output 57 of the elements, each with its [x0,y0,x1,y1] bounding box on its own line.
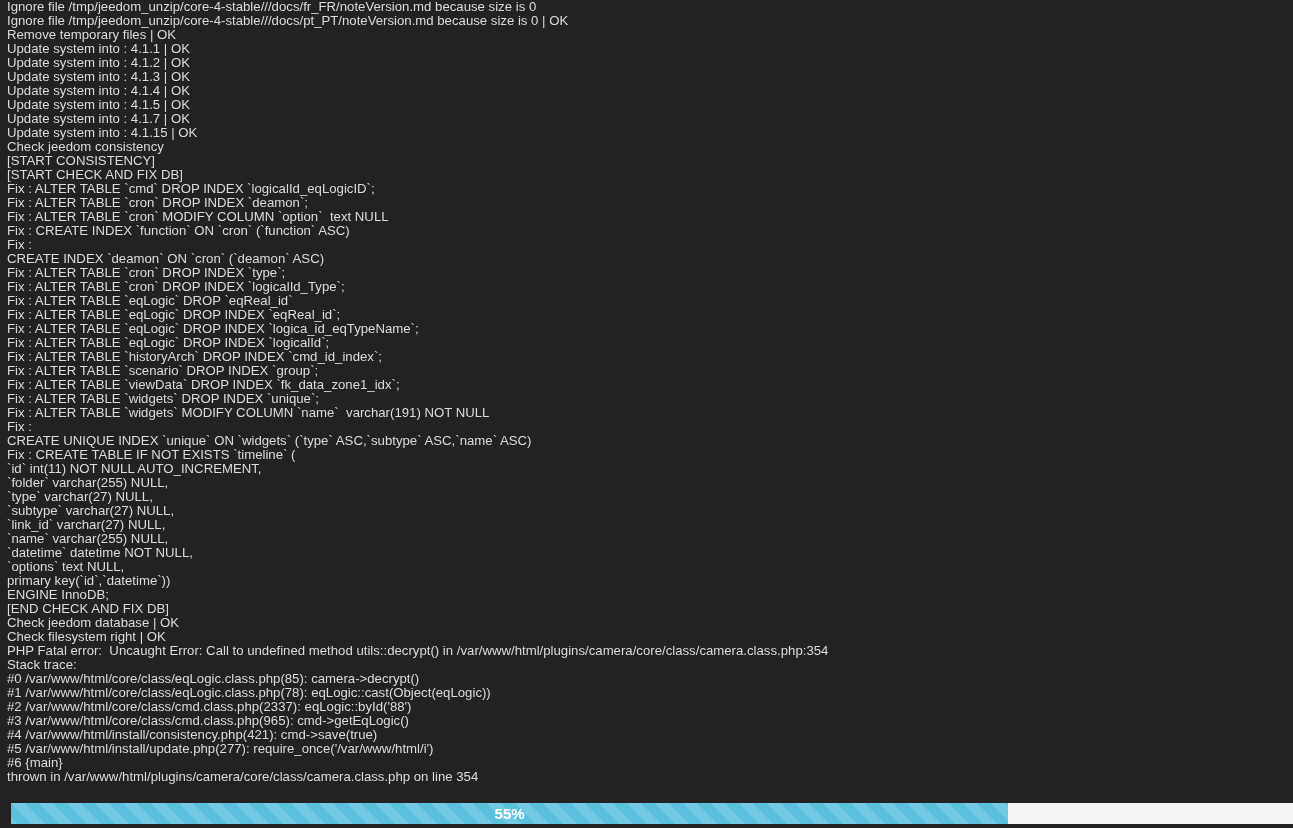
log-line: Fix : CREATE INDEX `function` ON `cron` (`function` ASC) [7,224,350,238]
log-line: `datetime` datetime NOT NULL, [7,546,193,560]
log-line: Update system into : 4.1.15 | OK [7,126,198,140]
log-line: primary key(`id`,`datetime`)) [7,574,171,588]
log-line: Update system into : 4.1.3 | OK [7,70,190,84]
log-line: `options` text NULL, [7,560,125,574]
log-line: Fix : ALTER TABLE `eqLogic` DROP INDEX `logica_id_eqTypeName`; [7,322,419,336]
log-line: Fix : ALTER TABLE `cron` DROP INDEX `logicalId_Type`; [7,280,345,294]
log-line: Check jeedom database | OK [7,616,180,630]
log-line: Fix : ALTER TABLE `eqLogic` DROP INDEX `eqReal_id`; [7,308,341,322]
log-line: `folder` varchar(255) NULL, [7,476,169,490]
log-line: `id` int(11) NOT NULL AUTO_INCREMENT, [7,462,262,476]
log-line: Fix : ALTER TABLE `cron` MODIFY COLUMN `option` text NULL [7,210,389,224]
log-line: thrown in /var/www/html/plugins/camera/core/class/camera.class.php on line 354 [7,770,479,784]
log-line: #2 /var/www/html/core/class/cmd.class.php(2337): eqLogic::byId('88') [7,700,412,714]
log-line: Remove temporary files | OK [7,28,177,42]
log-line: Fix : ALTER TABLE `scenario` DROP INDEX `group`; [7,364,319,378]
log-line: #3 /var/www/html/core/class/cmd.class.php(965): cmd->getEqLogic() [7,714,409,728]
log-line: Update system into : 4.1.1 | OK [7,42,190,56]
log-line: Fix : [7,238,32,252]
log-line: Ignore file /tmp/jeedom_unzip/core-4-stable///docs/pt_PT/noteVersion.md because size is 0 | OK [7,14,569,28]
log-line: Fix : ALTER TABLE `cmd` DROP INDEX `logicalId_eqLogicID`; [7,182,375,196]
log-line: `link_id` varchar(27) NULL, [7,518,166,532]
log-line: Fix : ALTER TABLE `historyArch` DROP INDEX `cmd_id_index`; [7,350,382,364]
log-line: Update system into : 4.1.7 | OK [7,112,190,126]
log-line: `subtype` varchar(27) NULL, [7,504,175,518]
log-line: Check filesystem right | OK [7,630,166,644]
log-line: #0 /var/www/html/core/class/eqLogic.class.php(85): camera->decrypt() [7,672,420,686]
log-line: Ignore file /tmp/jeedom_unzip/core-4-stable///docs/fr_FR/noteVersion.md because size is 0 [7,0,537,14]
log-line: Fix : CREATE TABLE IF NOT EXISTS `timeline` ( [7,448,296,462]
log-line: [END CHECK AND FIX DB] [7,602,169,616]
log-line: #6 {main} [7,756,63,770]
log-line: `type` varchar(27) NULL, [7,490,153,504]
log-line: [START CONSISTENCY] [7,154,156,168]
log-line: Update system into : 4.1.4 | OK [7,84,190,98]
log-line: #4 /var/www/html/install/consistency.php(421): cmd->save(true) [7,728,378,742]
log-line: Check jeedom consistency [7,140,164,154]
log-line: Update system into : 4.1.5 | OK [7,98,190,112]
log-line: ENGINE InnoDB; [7,588,109,602]
log-line: Fix : [7,420,32,434]
log-line: CREATE INDEX `deamon` ON `cron` (`deamon` ASC) [7,252,325,266]
log-line: #5 /var/www/html/install/update.php(277): require_once('/var/www/html/i') [7,742,434,756]
log-line: Fix : ALTER TABLE `cron` DROP INDEX `deamon`; [7,196,308,210]
log-line: Fix : ALTER TABLE `widgets` DROP INDEX `unique`; [7,392,319,406]
log-line: Fix : ALTER TABLE `eqLogic` DROP INDEX `logicalId`; [7,336,330,350]
log-line: [START CHECK AND FIX DB] [7,168,183,182]
log-line: Fix : ALTER TABLE `viewData` DROP INDEX `fk_data_zone1_idx`; [7,378,400,392]
log-line: PHP Fatal error: Uncaught Error: Call to undefined method utils::decrypt() in /var/www/html/plugins/camera/core/class/camera.class.php:354 [7,644,829,658]
log-line: Fix : ALTER TABLE `cron` DROP INDEX `type`; [7,266,286,280]
log-line: Stack trace: [7,658,77,672]
log-line: Update system into : 4.1.2 | OK [7,56,190,70]
log-line: Fix : ALTER TABLE `widgets` MODIFY COLUMN `name` varchar(191) NOT NULL [7,406,490,420]
log-line: `name` varchar(255) NULL, [7,532,169,546]
log-line: CREATE UNIQUE INDEX `unique` ON `widgets` (`type` ASC,`subtype` ASC,`name` ASC) [7,434,532,448]
log-line: #1 /var/www/html/core/class/eqLogic.class.php(78): eqLogic::cast(Object(eqLogic)) [7,686,491,700]
log-line: Fix : ALTER TABLE `eqLogic` DROP `eqReal_id` [7,294,293,308]
progress-label: 55% [494,805,525,822]
